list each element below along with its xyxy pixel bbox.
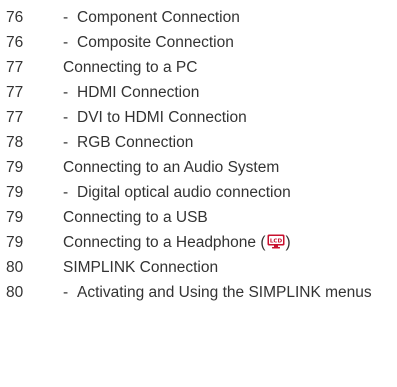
page-number: 80 bbox=[6, 259, 24, 276]
page-number: 77 bbox=[6, 59, 24, 76]
lcd-badge-icon: LCD bbox=[267, 234, 285, 249]
sub-dash: - bbox=[63, 134, 69, 151]
toc-entry: 77 - HDMI Connection bbox=[6, 80, 392, 105]
page-number: 77 bbox=[6, 109, 24, 126]
toc-entry: 78 - RGB Connection bbox=[6, 130, 392, 155]
toc-title-text: Composite Connection bbox=[77, 34, 234, 51]
sub-dash: - bbox=[63, 184, 69, 201]
page-number: 79 bbox=[6, 209, 24, 226]
toc-title: - Activating and Using the SIMPLINK menu… bbox=[63, 280, 392, 305]
toc-title-text: Connecting to a PC bbox=[63, 59, 198, 76]
toc-title: - Component Connection bbox=[63, 5, 392, 30]
toc-title-text: HDMI Connection bbox=[77, 84, 200, 101]
toc-entry: 76 - Component Connection bbox=[6, 5, 392, 30]
toc-title-text: SIMPLINK Connection bbox=[63, 259, 219, 276]
sub-dash: - bbox=[63, 84, 69, 101]
toc-title: - RGB Connection bbox=[63, 130, 392, 155]
toc-title: - Composite Connection bbox=[63, 30, 392, 55]
toc-entry: 76 - Composite Connection bbox=[6, 30, 392, 55]
toc-title-text: Connecting to a Headphone ( bbox=[63, 234, 266, 251]
page-number: 76 bbox=[6, 9, 24, 26]
toc-entry: 79 Connecting to a USB bbox=[6, 205, 392, 230]
toc-title-text: Digital optical audio connection bbox=[77, 184, 291, 201]
toc-entry: 80 - Activating and Using the SIMPLINK m… bbox=[6, 280, 392, 305]
sub-dash: - bbox=[63, 284, 69, 301]
page-number: 77 bbox=[6, 84, 24, 101]
toc-title-text: Activating and Using the SIMPLINK menus bbox=[77, 284, 372, 301]
toc-entry: 79 - Digital optical audio connection bbox=[6, 180, 392, 205]
page-number: 78 bbox=[6, 134, 24, 151]
toc-title: - DVI to HDMI Connection bbox=[63, 105, 392, 130]
toc-entry: 79 Connecting to an Audio System bbox=[6, 155, 392, 180]
page-number: 76 bbox=[6, 34, 24, 51]
toc-title-text: RGB Connection bbox=[77, 134, 194, 151]
toc-entry: 80 SIMPLINK Connection bbox=[6, 255, 392, 280]
toc-entry: 79 Connecting to a Headphone ( LCD ) bbox=[6, 230, 392, 255]
page-number: 80 bbox=[6, 284, 24, 301]
sub-dash: - bbox=[63, 34, 69, 51]
toc-title-text: Connecting to a USB bbox=[63, 209, 208, 226]
toc-title-text: Connecting to an Audio System bbox=[63, 159, 280, 176]
toc-title-text: DVI to HDMI Connection bbox=[77, 109, 247, 126]
toc-title: - Digital optical audio connection bbox=[63, 180, 392, 205]
toc-title-text: Component Connection bbox=[77, 9, 240, 26]
toc-entry: 77 - DVI to HDMI Connection bbox=[6, 105, 392, 130]
sub-dash: - bbox=[63, 9, 69, 26]
toc-title: Connecting to a Headphone ( LCD ) bbox=[63, 230, 392, 255]
toc-title-suffix: ) bbox=[285, 234, 291, 251]
table-of-contents: 76 - Component Connection 76 - Composite… bbox=[6, 5, 392, 305]
toc-title: - HDMI Connection bbox=[63, 80, 392, 105]
lcd-badge-text: LCD bbox=[269, 239, 282, 245]
sub-dash: - bbox=[63, 109, 69, 126]
page-number: 79 bbox=[6, 184, 24, 201]
toc-entry: 77 Connecting to a PC bbox=[6, 55, 392, 80]
page-number: 79 bbox=[6, 159, 24, 176]
page-number: 79 bbox=[6, 234, 24, 251]
